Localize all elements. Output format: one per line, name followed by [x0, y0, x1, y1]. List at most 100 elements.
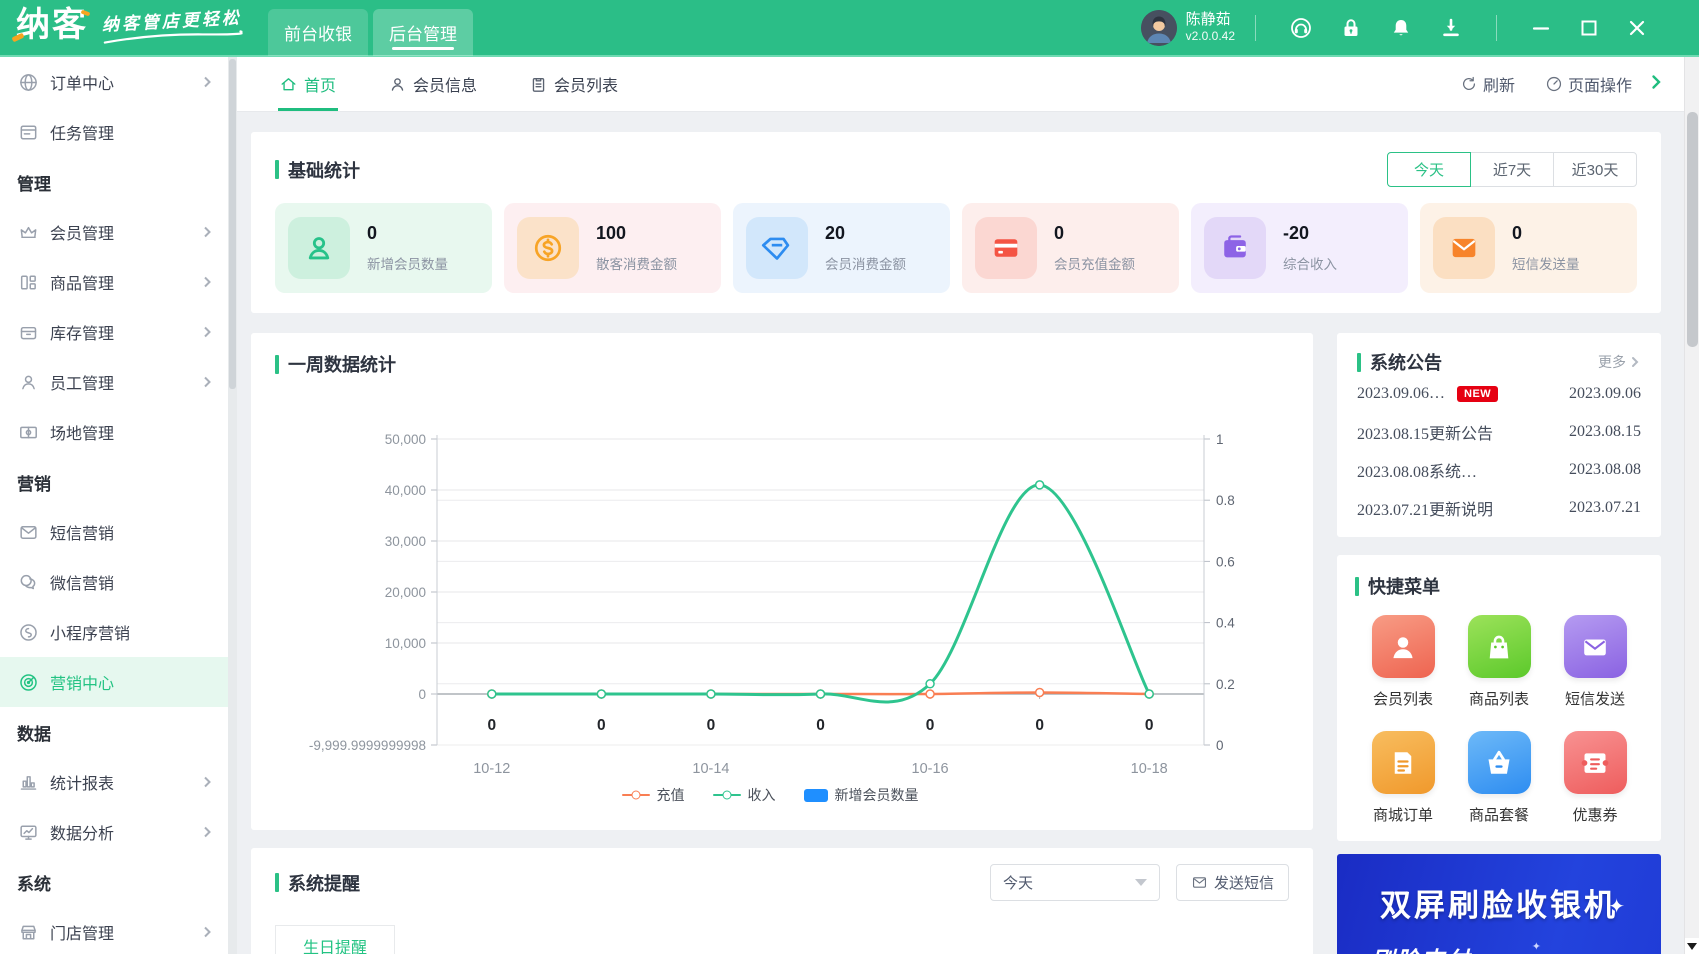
sidebar-section-data: 数据 [17, 724, 51, 744]
reminder-filter-select[interactable]: 今天 [989, 864, 1160, 901]
sidebar-item-label: 微信营销 [50, 576, 115, 593]
sidebar-item-staff-management[interactable]: 员工管理 [0, 357, 228, 407]
range-button-group: 今天 近7天 近30天 [1387, 152, 1637, 187]
scrollbar-down-button[interactable] [1685, 938, 1699, 954]
sidebar-item-wechat-marketing[interactable]: 微信营销 [0, 557, 228, 607]
expand-chevron-icon[interactable] [1648, 74, 1664, 95]
svg-text:0: 0 [926, 717, 935, 734]
section-accent-bar [275, 354, 279, 374]
range-30days-button[interactable]: 近30天 [1553, 152, 1637, 187]
sidebar-item-goods-management[interactable]: 商品管理 [0, 257, 228, 307]
sidebar-item-task-management[interactable]: 任务管理 [0, 107, 228, 157]
legend-label: 充值 [656, 787, 685, 803]
stat-value: -20 [1283, 223, 1310, 243]
sidebar-item-member-management[interactable]: 会员管理 [0, 207, 228, 257]
section-header: 基础统计 [275, 157, 360, 183]
svg-text:30,000: 30,000 [385, 534, 426, 549]
announcement-item[interactable]: 2023.08.15更新公告 2023.08.15 [1357, 413, 1641, 451]
announcement-item[interactable]: 2023.09.06… NEW 2023.09.06 [1357, 375, 1641, 413]
sidebar-section-system: 系统 [17, 874, 51, 894]
wallet-icon [1204, 217, 1266, 279]
range-today-button[interactable]: 今天 [1387, 152, 1471, 187]
sidebar-item-store-management[interactable]: 门店管理 [0, 907, 228, 954]
member-list-icon [1371, 615, 1435, 678]
bell-icon[interactable] [1389, 16, 1413, 40]
avatar[interactable] [1140, 9, 1177, 46]
send-sms-button[interactable]: 发送短信 [1175, 864, 1289, 901]
birthday-reminder-tab[interactable]: 生日提醒 [275, 925, 395, 954]
quick-goods-list[interactable]: 商品列表 [1467, 615, 1531, 709]
sidebar-item-marketing-center[interactable]: 营销中心 [0, 657, 228, 707]
stat-card-member-consumption: 20 会员消费金额 [733, 203, 950, 293]
sidebar-scrollbar-thumb[interactable] [229, 59, 236, 389]
support-icon[interactable] [1289, 16, 1313, 40]
analysis-icon [20, 824, 37, 840]
section-accent-bar [275, 873, 279, 892]
nav-tab-back-admin[interactable]: 后台管理 [373, 9, 473, 56]
legend-item-新增会员数量[interactable]: 新增会员数量 [803, 785, 919, 805]
refresh-button[interactable]: 刷新 [1460, 72, 1515, 96]
miniapp-icon [20, 623, 37, 641]
more-link[interactable]: 更多 [1598, 352, 1641, 372]
sidebar-item-miniapp-marketing[interactable]: 小程序营销 [0, 607, 228, 657]
tab-home[interactable]: 首页 [279, 57, 336, 111]
ad-banner[interactable]: 双屏刷脸收银机 刷脸支付 ✦ ✦ [1337, 854, 1661, 954]
chevron-right-icon [204, 276, 211, 288]
sidebar-item-order-center[interactable]: 订单中心 [0, 57, 228, 107]
announcement-item[interactable]: 2023.08.08系统… 2023.08.08 [1357, 451, 1641, 489]
stat-cards: 0 新增会员数量 100 散客消费金额 20 会员消费金额 0 会员充值金额 -… [275, 203, 1637, 293]
coupon-icon [1563, 731, 1627, 794]
week-chart: 1 0.8 0.6 0.4 0.2 0 50,000 40,000 30,000 20,000 10… [309, 432, 1235, 777]
tab-label: 会员列表 [554, 78, 619, 95]
quick-label: 商城订单 [1372, 807, 1433, 824]
download-icon[interactable] [1439, 16, 1463, 40]
wechat-icon [20, 574, 36, 589]
svg-text:0: 0 [1216, 738, 1224, 753]
tab-member-list[interactable]: 会员列表 [529, 57, 618, 111]
goods-combo-icon [1467, 731, 1531, 794]
stat-label: 短信发送量 [1512, 257, 1580, 272]
sidebar-item-sms-marketing[interactable]: 短信营销 [0, 507, 228, 557]
gauge-icon [1546, 76, 1562, 92]
page-operations-button[interactable]: 页面操作 [1545, 72, 1632, 96]
quick-member-list[interactable]: 会员列表 [1371, 615, 1435, 709]
legend-line-marker [712, 789, 741, 801]
nav-tab-front-pos[interactable]: 前台收银 [268, 9, 368, 56]
range-7days-button[interactable]: 近7天 [1470, 152, 1554, 187]
action-label: 页面操作 [1567, 78, 1632, 95]
legend-item-收入[interactable]: 收入 [712, 785, 776, 805]
minimize-button[interactable] [1530, 17, 1552, 39]
quick-mall-order[interactable]: 商城订单 [1371, 731, 1435, 825]
sidebar-scrollbar[interactable] [228, 57, 237, 954]
sidebar-item-label: 员工管理 [50, 376, 115, 393]
sidebar-item-label: 小程序营销 [50, 626, 131, 643]
quick-sms-send[interactable]: 短信发送 [1563, 615, 1627, 709]
scrollbar-thumb[interactable] [1687, 112, 1698, 347]
mail-icon [1433, 217, 1495, 279]
sparkle-icon: ✦ [1531, 941, 1541, 953]
tab-member-info[interactable]: 会员信息 [388, 57, 477, 111]
legend-item-充值[interactable]: 充值 [621, 785, 685, 805]
lock-icon[interactable] [1339, 16, 1363, 40]
tab-actions: 刷新 页面操作 [1430, 72, 1684, 96]
announcement-item[interactable]: 2023.07.21更新说明 2023.07.21 [1357, 489, 1641, 527]
window-scrollbar[interactable] [1684, 57, 1699, 954]
maximize-button[interactable] [1578, 17, 1600, 39]
stat-label: 综合收入 [1283, 257, 1337, 272]
announcement-title: 2023.09.06… [1357, 385, 1445, 402]
sidebar-item-inventory-management[interactable]: 库存管理 [0, 307, 228, 357]
select-value: 今天 [1002, 875, 1033, 892]
quick-coupon[interactable]: 优惠券 [1563, 731, 1627, 825]
close-button[interactable] [1626, 17, 1648, 39]
brand-logo: 纳客 [11, 8, 91, 43]
svg-text:0: 0 [816, 717, 825, 734]
svg-text:0.8: 0.8 [1216, 493, 1235, 508]
sidebar-item-statistics-report[interactable]: 统计报表 [0, 757, 228, 807]
svg-text:0: 0 [418, 687, 426, 702]
clipboard-icon [532, 77, 545, 92]
sidebar-item-data-analysis[interactable]: 数据分析 [0, 807, 228, 857]
sidebar-item-venue-management[interactable]: 场地管理 [0, 407, 228, 457]
sidebar-item-label: 会员管理 [50, 226, 115, 243]
svg-text:0: 0 [597, 717, 606, 734]
quick-goods-combo[interactable]: 商品套餐 [1467, 731, 1531, 825]
